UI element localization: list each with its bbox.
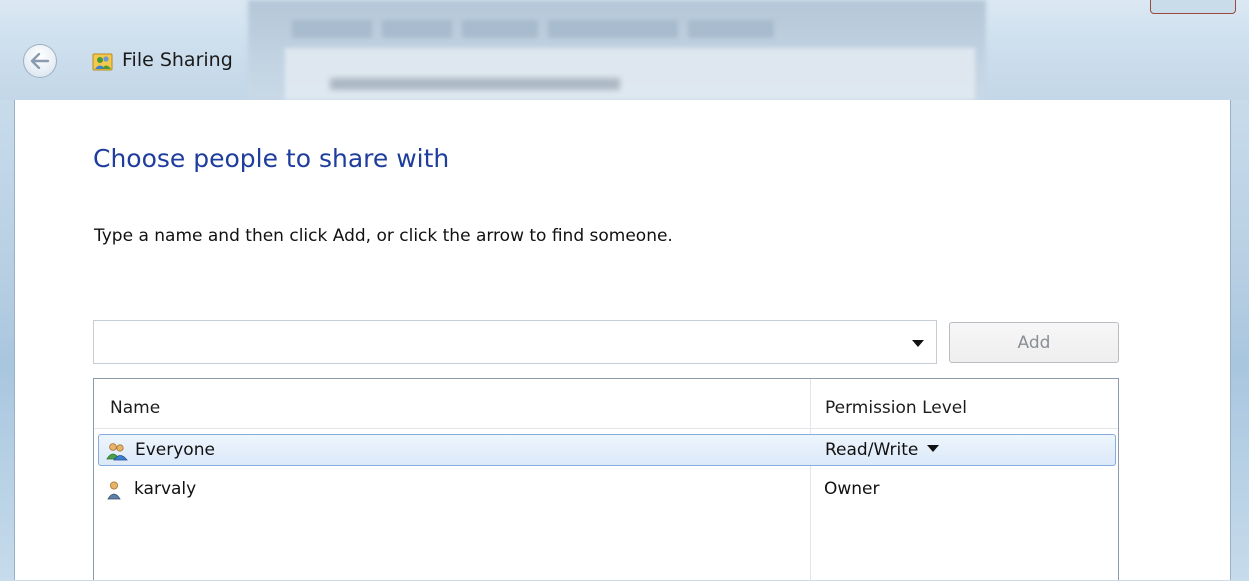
back-button[interactable] [23, 44, 57, 78]
window-frame-left [0, 100, 14, 580]
window-frame-right [1231, 100, 1249, 580]
dropdown-arrow-icon[interactable] [912, 340, 924, 347]
permission-value: Read/Write [825, 440, 919, 460]
column-header-name[interactable]: Name [110, 398, 160, 418]
background-text-blur [330, 78, 620, 90]
permission-value: Owner [824, 479, 880, 499]
add-button[interactable]: Add [949, 322, 1119, 363]
row-name: karvaly [134, 479, 197, 499]
instruction-text: Type a name and then click Add, or click… [94, 226, 673, 246]
background-panel-blur [285, 48, 975, 100]
list-row-everyone[interactable]: Everyone Read/Write [98, 434, 1116, 466]
file-sharing-icon [92, 53, 113, 71]
name-combobox[interactable] [93, 320, 937, 364]
sharing-list[interactable]: Name Permission Level Everyone Read/Writ… [93, 378, 1119, 581]
list-row-karvaly[interactable]: karvaly Owner [98, 474, 1116, 506]
user-icon [107, 481, 121, 500]
permission-dropdown[interactable]: Read/Write [825, 440, 940, 460]
chevron-down-icon[interactable] [927, 445, 940, 452]
column-header-permission[interactable]: Permission Level [825, 398, 967, 418]
back-arrow-icon [30, 53, 50, 69]
window-title: File Sharing [122, 49, 233, 71]
row-name: Everyone [135, 440, 215, 460]
background-close-button [1150, 0, 1236, 14]
list-header: Name Permission Level [94, 379, 1118, 429]
background-tabs-blur [292, 14, 892, 42]
page-heading: Choose people to share with [93, 144, 450, 173]
group-users-icon [106, 443, 128, 461]
